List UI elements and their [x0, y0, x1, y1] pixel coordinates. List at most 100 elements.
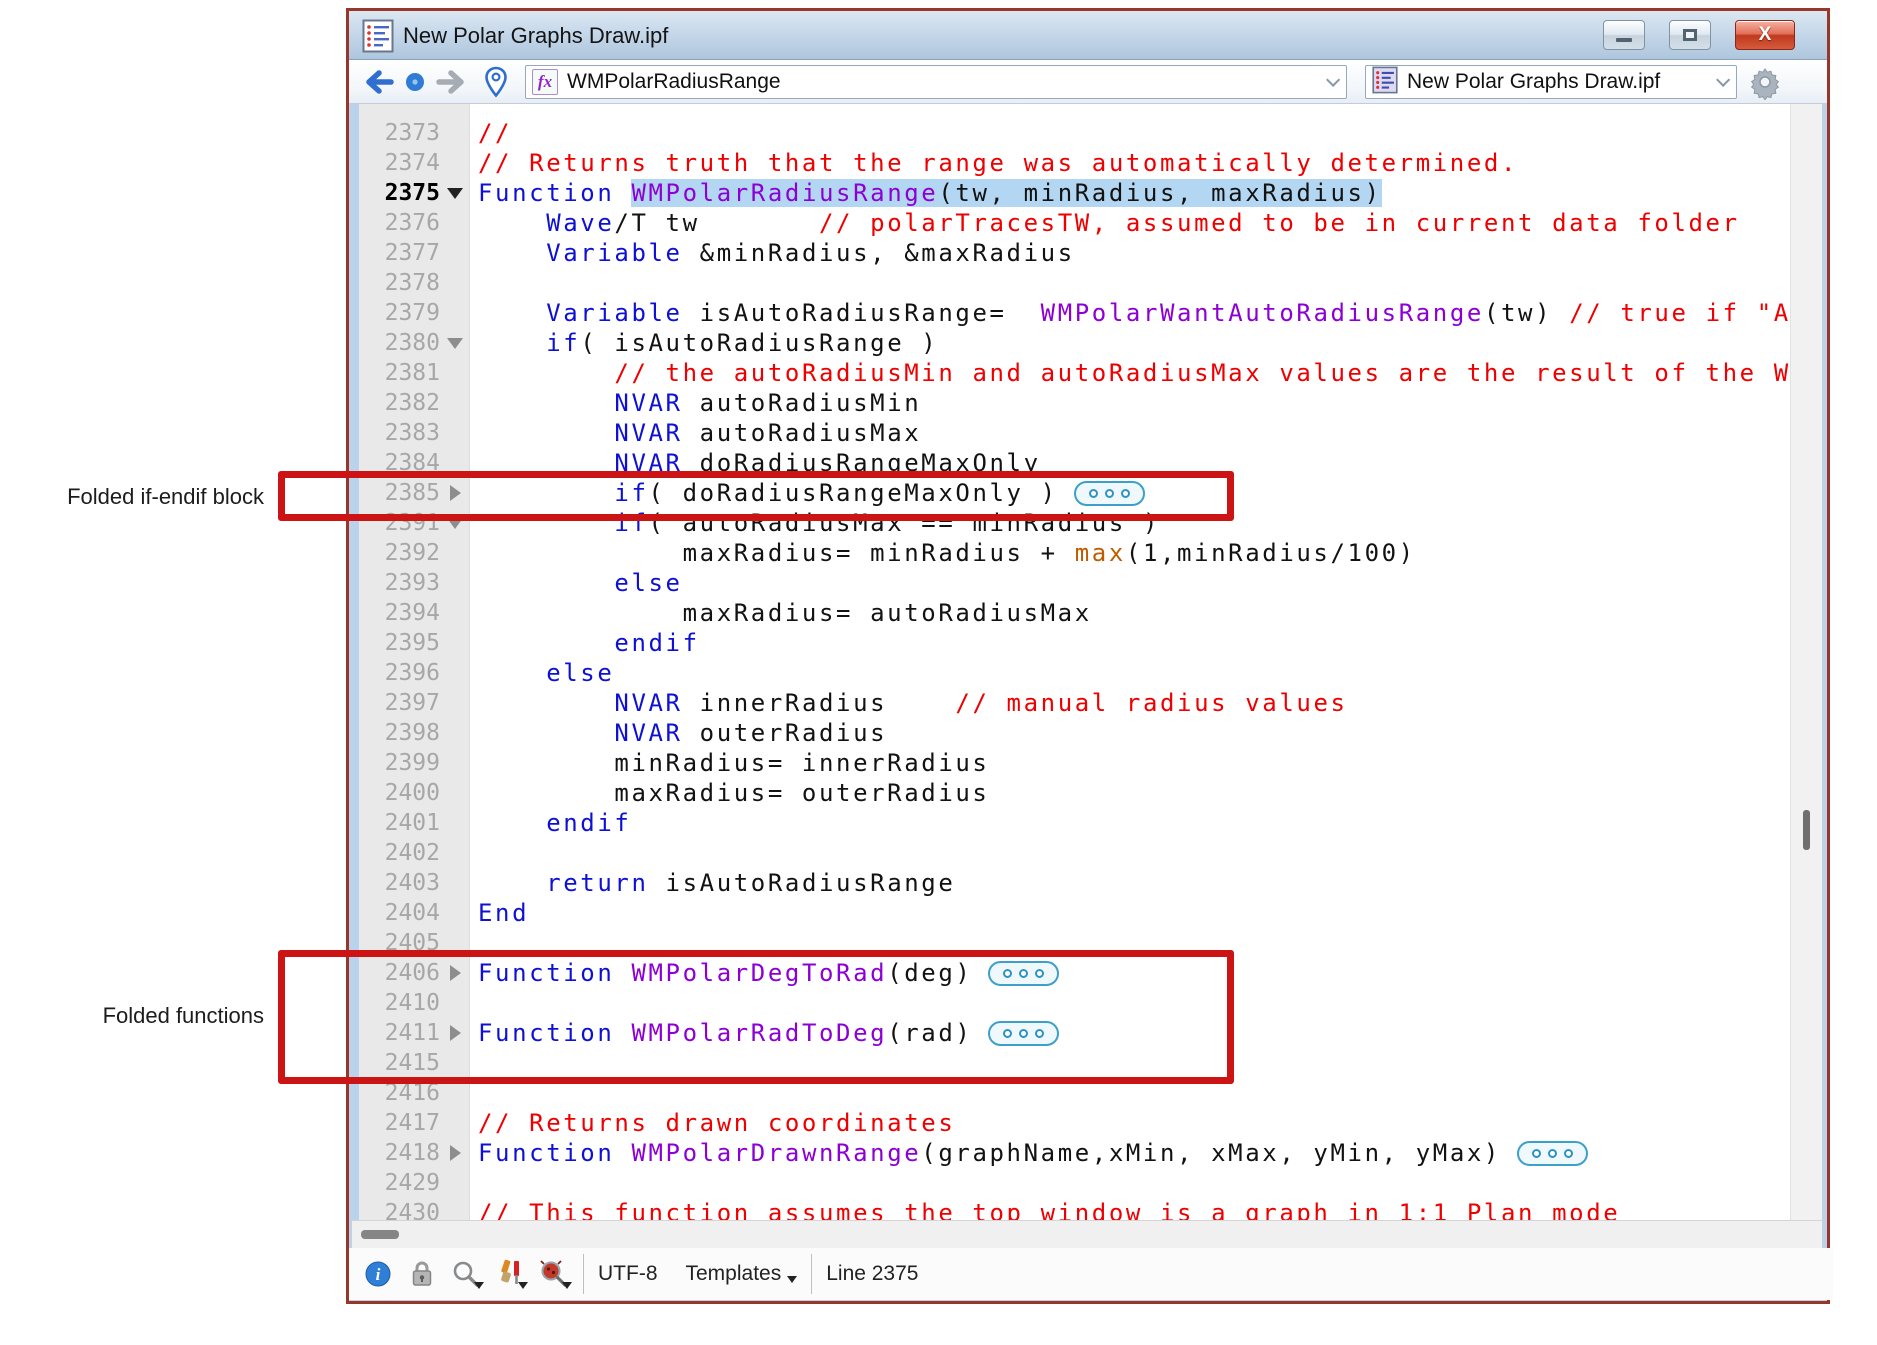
- line-number: 2375: [352, 180, 440, 206]
- code-line[interactable]: endif: [478, 629, 1790, 657]
- window-title: New Polar Graphs Draw.ipf: [403, 23, 668, 49]
- search-button[interactable]: [451, 1257, 481, 1291]
- code-line[interactable]: Function WMPolarRadiusRange(tw, minRadiu…: [478, 179, 1790, 207]
- code-row: 2397 NVAR innerRadius // manual radius v…: [352, 688, 1790, 718]
- templates-dropdown[interactable]: Templates: [686, 1262, 798, 1286]
- code-line[interactable]: // the autoRadiusMin and autoRadiusMax v…: [478, 359, 1790, 387]
- minimize-icon: [1616, 38, 1632, 42]
- code-token: // Returns truth that the range was auto…: [478, 149, 1518, 177]
- code-line[interactable]: Function WMPolarDrawnRange(graphName,xMi…: [478, 1139, 1790, 1167]
- code-token: (1,minRadius/100): [1126, 539, 1416, 567]
- code-row: 2396 else: [352, 658, 1790, 688]
- code-token: // This function assumes the top window …: [478, 1199, 1620, 1220]
- code-token: [478, 389, 614, 417]
- vertical-scrollbar-thumb[interactable]: [1803, 810, 1810, 850]
- fold-toggle-icon[interactable]: [440, 338, 470, 349]
- line-number: 2429: [352, 1170, 440, 1196]
- code-line[interactable]: endif: [478, 809, 1790, 837]
- annotation-folded-if-label: Folded if-endif block: [24, 484, 264, 510]
- fold-ellipsis-badge[interactable]: [1517, 1141, 1588, 1166]
- code-token: WMPolarRadiusRange: [631, 179, 938, 207]
- bookmark-dot-button[interactable]: [405, 60, 425, 104]
- code-line[interactable]: // This function assumes the top window …: [478, 1199, 1790, 1220]
- code-line[interactable]: maxRadius= outerRadius: [478, 779, 1790, 807]
- line-number: 2383: [352, 420, 440, 446]
- code-line[interactable]: maxRadius= minRadius + max(1,minRadius/1…: [478, 539, 1790, 567]
- maximize-button[interactable]: [1669, 20, 1711, 50]
- debug-button[interactable]: [539, 1257, 569, 1291]
- line-number: 2400: [352, 780, 440, 806]
- code-line[interactable]: NVAR autoRadiusMax: [478, 419, 1790, 447]
- svg-text:i: i: [376, 1265, 381, 1284]
- fold-toggle-icon[interactable]: [440, 1145, 470, 1161]
- code-token: End: [478, 899, 529, 927]
- code-row: 2374// Returns truth that the range was …: [352, 148, 1790, 178]
- close-button[interactable]: X: [1735, 20, 1795, 50]
- code-token: (tw, minRadius, maxRadius): [938, 179, 1381, 207]
- code-line[interactable]: NVAR autoRadiusMin: [478, 389, 1790, 417]
- line-number: 2404: [352, 900, 440, 926]
- code-token: // polarTracesTW, assumed to be in curre…: [819, 209, 1740, 237]
- code-row: 2381 // the autoRadiusMin and autoRadius…: [352, 358, 1790, 388]
- code-line[interactable]: return isAutoRadiusRange: [478, 869, 1790, 897]
- line-number: 2430: [352, 1200, 440, 1220]
- code-line[interactable]: NVAR outerRadius: [478, 719, 1790, 747]
- code-token: Variable: [546, 239, 682, 267]
- info-button[interactable]: i: [363, 1257, 393, 1291]
- file-selector-dropdown[interactable]: New Polar Graphs Draw.ipf: [1365, 65, 1737, 99]
- code-line[interactable]: //: [478, 119, 1790, 147]
- code-token: autoRadiusMax: [683, 419, 922, 447]
- code-token: [478, 329, 546, 357]
- chevron-down-icon: [474, 1282, 484, 1289]
- code-row: 2375 Function WMPolarRadiusRange(tw, minR…: [352, 178, 1790, 208]
- code-token: (tw): [1484, 299, 1569, 327]
- code-token: // manual radius values: [955, 689, 1347, 717]
- code-token: [478, 659, 546, 687]
- back-button[interactable]: [361, 60, 395, 104]
- code-row: 2402: [352, 838, 1790, 868]
- code-line[interactable]: maxRadius= autoRadiusMax: [478, 599, 1790, 627]
- line-number: 2377: [352, 240, 440, 266]
- forward-button[interactable]: [435, 60, 469, 104]
- settings-button[interactable]: [1747, 60, 1783, 104]
- code-line[interactable]: Wave/T tw // polarTracesTW, assumed to b…: [478, 209, 1790, 237]
- info-icon: i: [365, 1261, 391, 1287]
- fold-toggle-icon[interactable]: [440, 188, 470, 199]
- location-pin-icon: [483, 66, 509, 98]
- code-row: 2380 if( isAutoRadiusRange ): [352, 328, 1790, 358]
- tools-button[interactable]: [495, 1257, 525, 1291]
- code-token: [478, 299, 546, 327]
- line-number: 2417: [352, 1110, 440, 1136]
- line-number: 2392: [352, 540, 440, 566]
- code-row: 2395 endif: [352, 628, 1790, 658]
- code-token: // Returns drawn coordinates: [478, 1109, 955, 1137]
- code-token: NVAR: [614, 419, 682, 447]
- lock-button[interactable]: [407, 1257, 437, 1291]
- line-number: 2418: [352, 1140, 440, 1166]
- vertical-scrollbar[interactable]: [1790, 104, 1822, 1220]
- code-line[interactable]: Variable isAutoRadiusRange= WMPolarWantA…: [478, 299, 1790, 327]
- location-pin-button[interactable]: [483, 60, 509, 104]
- gear-icon: [1747, 64, 1783, 100]
- code-line[interactable]: NVAR innerRadius // manual radius values: [478, 689, 1790, 717]
- toolbar: fx WMPolarRadiusRange New Polar Graphs D…: [349, 60, 1827, 104]
- code-row: 2379 Variable isAutoRadiusRange= WMPolar…: [352, 298, 1790, 328]
- line-number: 2395: [352, 630, 440, 656]
- statusbar: i: [349, 1248, 1833, 1300]
- horizontal-scrollbar[interactable]: [352, 1220, 1822, 1248]
- code-line[interactable]: End: [478, 899, 1790, 927]
- code-line[interactable]: Variable &minRadius, &maxRadius: [478, 239, 1790, 267]
- code-token: NVAR: [614, 389, 682, 417]
- close-icon: X: [1736, 24, 1794, 46]
- code-line[interactable]: // Returns drawn coordinates: [478, 1109, 1790, 1137]
- line-number: 2403: [352, 870, 440, 896]
- function-selector-dropdown[interactable]: fx WMPolarRadiusRange: [525, 65, 1347, 99]
- code-line[interactable]: minRadius= innerRadius: [478, 749, 1790, 777]
- code-line[interactable]: if( isAutoRadiusRange ): [478, 329, 1790, 357]
- line-number: 2376: [352, 210, 440, 236]
- minimize-button[interactable]: [1603, 20, 1645, 50]
- code-line[interactable]: // Returns truth that the range was auto…: [478, 149, 1790, 177]
- code-line[interactable]: else: [478, 569, 1790, 597]
- code-line[interactable]: else: [478, 659, 1790, 687]
- horizontal-scrollbar-thumb[interactable]: [361, 1230, 399, 1239]
